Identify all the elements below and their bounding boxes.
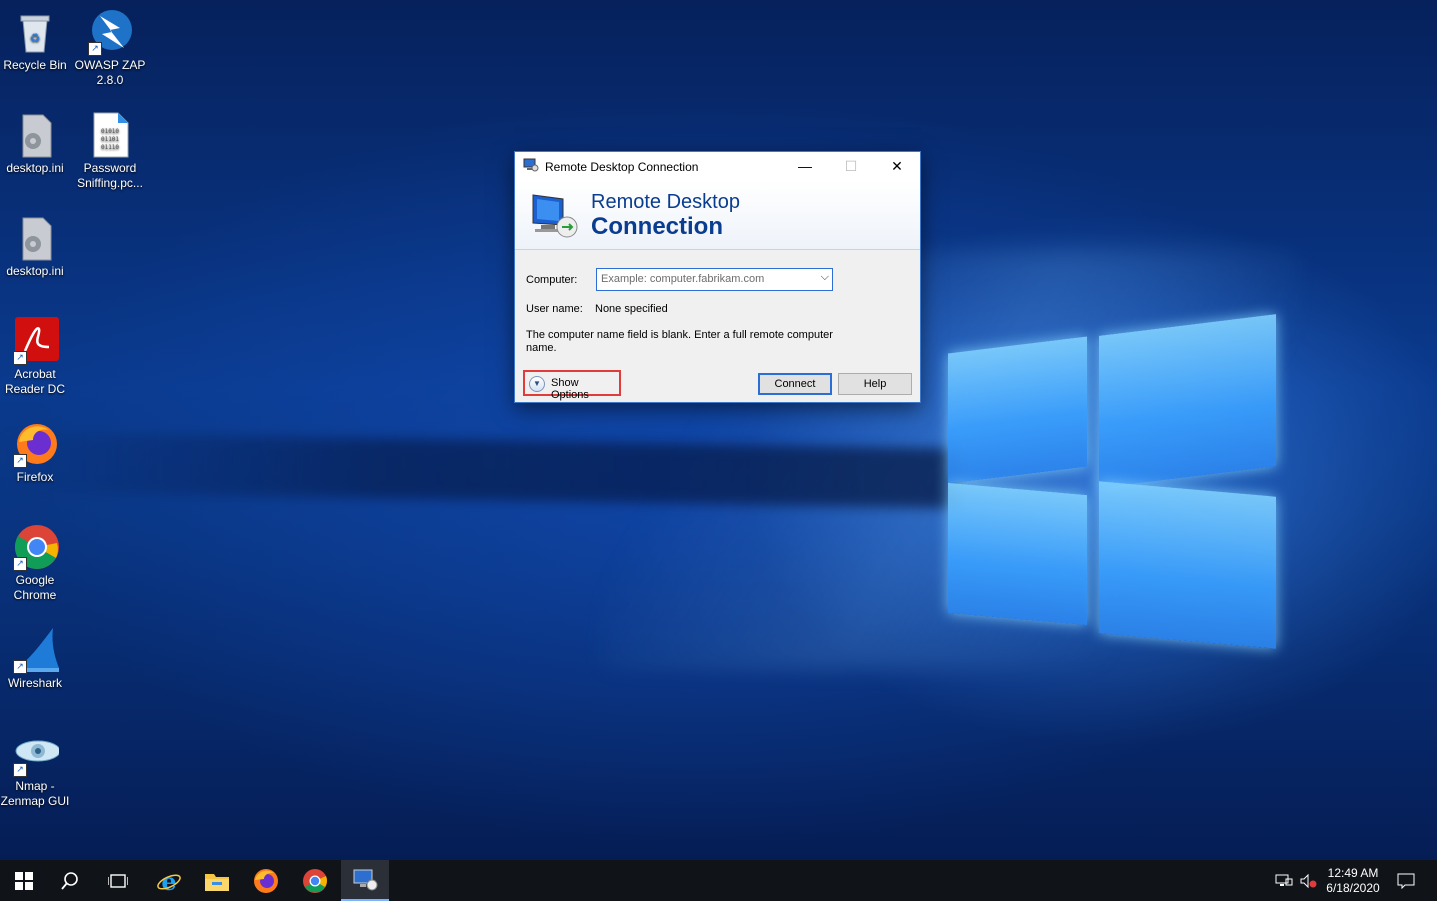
desktop-icon-label: Password Sniffing.pc...	[77, 161, 143, 190]
desktop-icon-label: desktop.ini	[6, 264, 64, 278]
taskbar-firefox[interactable]	[242, 860, 290, 901]
svg-text:01110: 01110	[101, 144, 119, 151]
firefox-icon	[254, 868, 278, 893]
taskbar-remote-desktop[interactable]	[341, 860, 389, 901]
username-label: User name:	[526, 303, 583, 315]
wallpaper-logo-pane	[948, 482, 1087, 626]
status-message: The computer name field is blank. Enter …	[526, 329, 833, 354]
svg-text:e: e	[161, 868, 176, 894]
desktop-icon-nmap[interactable]: ↗ Nmap - Zenmap GUI	[0, 729, 73, 809]
shortcut-arrow-icon: ↗	[13, 660, 27, 674]
desktop-icon-label: Google Chrome	[13, 573, 57, 602]
nmap-eye-icon: ↗	[11, 729, 61, 777]
chevron-down-icon[interactable]: ⌵	[821, 271, 829, 284]
svg-text:01101: 01101	[101, 136, 119, 143]
taskbar: e 12:49 AM 6/18/2020	[0, 860, 1437, 901]
shortcut-arrow-icon: ↗	[13, 454, 27, 468]
chrome-icon: ↗	[11, 523, 59, 571]
clock-time: 12:49 AM	[1327, 865, 1379, 880]
owasp-zap-icon: ↗	[86, 8, 134, 56]
remote-desktop-monitor-icon	[529, 189, 581, 241]
desktop-icon-label: Wireshark	[7, 676, 62, 690]
maximize-button[interactable]: ☐	[828, 152, 874, 181]
desktop-icon-wireshark[interactable]: ↗ Wireshark	[0, 626, 73, 691]
task-view-button[interactable]	[94, 860, 142, 901]
connect-button[interactable]: Connect	[758, 373, 832, 395]
acrobat-icon: ↗	[11, 317, 59, 365]
desktop-icon-label: Recycle Bin	[3, 58, 67, 72]
show-options-button[interactable]: ▼ Show Options	[523, 370, 621, 401]
shortcut-arrow-icon: ↗	[13, 351, 27, 365]
desktop-icon-label: desktop.ini	[6, 161, 64, 175]
wallpaper-logo-pane	[948, 336, 1087, 484]
settings-file-icon	[11, 111, 59, 159]
banner-title-line2: Connection	[591, 213, 723, 240]
binary-file-icon: 01010 01101 01110	[86, 111, 134, 159]
recycle-bin-icon: ♻	[11, 8, 59, 56]
computer-placeholder: Example: computer.fabrikam.com	[601, 273, 765, 285]
internet-explorer-icon: e	[157, 868, 181, 894]
desktop-icon-desktop-ini-2[interactable]: desktop.ini	[0, 214, 73, 279]
desktop-icon-acrobat-reader[interactable]: ↗ Acrobat Reader DC	[0, 317, 73, 397]
windows-logo-icon	[15, 871, 33, 890]
taskbar-chrome[interactable]	[291, 860, 339, 901]
help-button[interactable]: Help	[838, 373, 912, 395]
desktop-icon-label: Nmap - Zenmap GUI	[0, 779, 70, 808]
wallpaper-logo-pane	[1099, 481, 1276, 649]
clock-date: 6/18/2020	[1326, 880, 1380, 895]
svg-text:01010: 01010	[101, 128, 119, 135]
firefox-icon: ↗	[11, 420, 59, 468]
desktop-icon-desktop-ini-1[interactable]: desktop.ini	[0, 111, 73, 176]
desktop: ♻ Recycle Bin ↗ OWASP ZAP 2.8.0 desktop.…	[0, 0, 1437, 860]
search-icon	[61, 871, 78, 890]
desktop-icon-label: Acrobat Reader DC	[4, 367, 66, 396]
task-view-icon	[108, 873, 128, 888]
taskbar-file-explorer[interactable]	[193, 860, 241, 901]
chrome-icon	[303, 868, 327, 893]
desktop-icon-google-chrome[interactable]: ↗ Google Chrome	[0, 523, 73, 603]
settings-file-icon	[11, 214, 59, 262]
action-center-button[interactable]	[1392, 860, 1420, 901]
desktop-icon-password-sniffing[interactable]: 01010 01101 01110 Password Sniffing.pc...	[72, 111, 148, 191]
network-icon[interactable]	[1272, 860, 1296, 901]
remote-desktop-icon	[353, 869, 378, 890]
desktop-icon-recycle-bin[interactable]: ♻ Recycle Bin	[0, 8, 73, 73]
desktop-icon-owasp-zap[interactable]: ↗ OWASP ZAP 2.8.0	[72, 8, 148, 88]
show-options-label: Show Options	[551, 377, 589, 401]
start-button[interactable]	[0, 860, 48, 901]
folder-icon	[205, 873, 229, 891]
remote-desktop-icon	[523, 158, 539, 172]
notification-icon	[1397, 873, 1415, 889]
dialog-titlebar[interactable]: Remote Desktop Connection — ☐ ✕	[515, 152, 920, 181]
minimize-button[interactable]: —	[782, 152, 828, 181]
close-button[interactable]: ✕	[874, 152, 920, 181]
desktop-icon-label: Firefox	[16, 470, 54, 484]
clock[interactable]: 12:49 AM 6/18/2020	[1320, 860, 1386, 901]
wireshark-fin-icon: ↗	[11, 626, 59, 674]
banner-title-line1: Remote Desktop	[591, 191, 740, 213]
computer-combobox[interactable]: Example: computer.fabrikam.com ⌵	[596, 268, 833, 291]
remote-desktop-dialog: Remote Desktop Connection — ☐ ✕ Remote D…	[514, 151, 921, 403]
wallpaper-logo-pane	[1099, 314, 1276, 488]
dialog-banner: Remote Desktop Connection	[515, 181, 920, 250]
computer-label: Computer:	[526, 274, 578, 286]
dialog-title: Remote Desktop Connection	[545, 160, 699, 174]
taskbar-internet-explorer[interactable]: e	[145, 860, 193, 901]
shortcut-arrow-icon: ↗	[88, 42, 102, 56]
desktop-icon-label: OWASP ZAP 2.8.0	[74, 58, 146, 87]
svg-text:♻: ♻	[30, 31, 41, 45]
chevron-down-icon: ▼	[529, 376, 545, 392]
volume-muted-icon[interactable]	[1296, 860, 1320, 901]
username-value: None specified	[595, 303, 668, 315]
search-button[interactable]	[46, 860, 94, 901]
shortcut-arrow-icon: ↗	[13, 763, 27, 777]
desktop-icon-firefox[interactable]: ↗ Firefox	[0, 420, 73, 485]
shortcut-arrow-icon: ↗	[13, 557, 27, 571]
